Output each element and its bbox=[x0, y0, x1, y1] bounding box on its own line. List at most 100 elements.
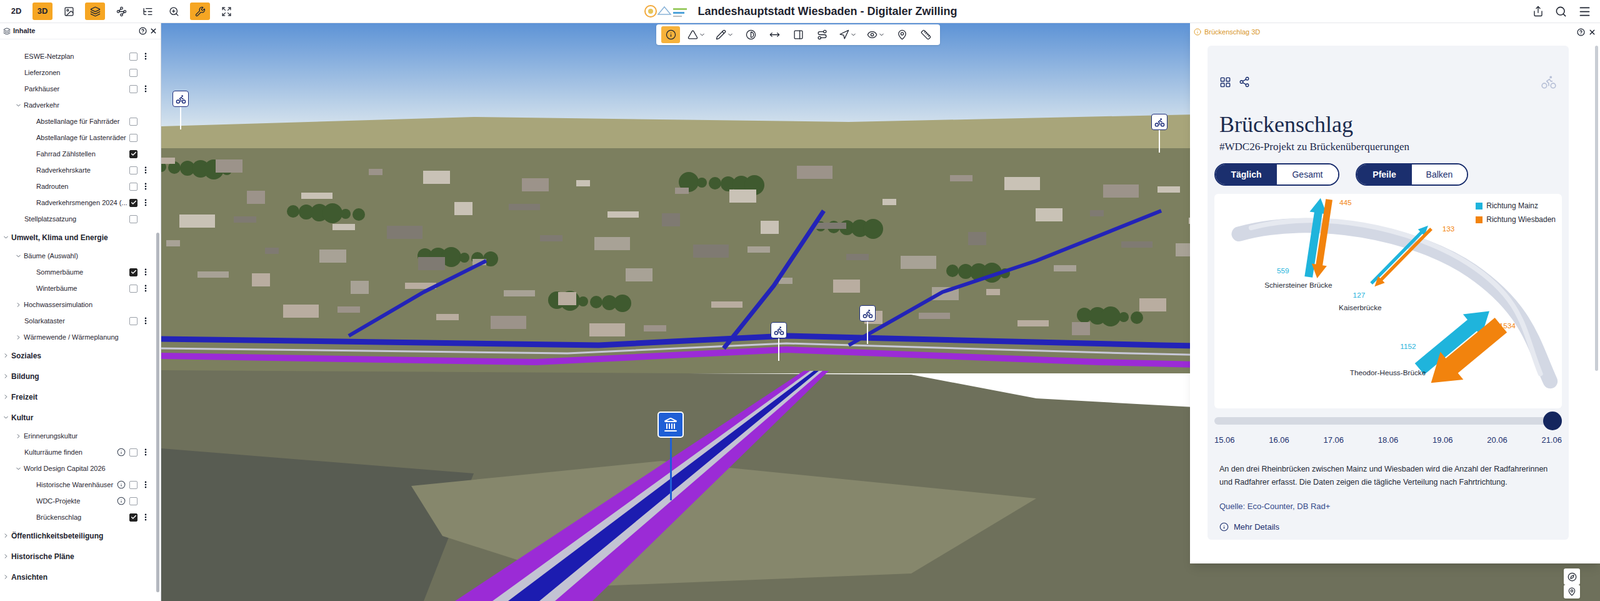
layer-group[interactable]: Hochwassersimulation bbox=[0, 296, 161, 313]
more-icon[interactable] bbox=[141, 447, 150, 457]
layer-checkbox[interactable] bbox=[129, 150, 138, 159]
slider-knob[interactable] bbox=[1543, 411, 1562, 430]
bike-counter-pin[interactable] bbox=[859, 305, 876, 344]
layer-group[interactable]: Bäume (Auswahl) bbox=[0, 247, 161, 264]
layer-group[interactable]: World Design Capital 2026 bbox=[0, 460, 161, 477]
layer-item[interactable]: Radverkehrskarte bbox=[0, 161, 161, 179]
locate-button[interactable] bbox=[1563, 584, 1580, 599]
layer-checkbox[interactable] bbox=[129, 513, 138, 522]
layer-item[interactable]: Historische Warenhäuser bbox=[0, 476, 161, 493]
layer-item[interactable]: Sommerbäume bbox=[0, 263, 161, 280]
more-icon[interactable] bbox=[141, 480, 150, 489]
layer-item[interactable]: Kulturräume finden bbox=[0, 443, 161, 460]
layer-checkbox[interactable] bbox=[129, 198, 138, 207]
close-icon[interactable] bbox=[1588, 28, 1597, 37]
bike-counter-pin[interactable] bbox=[172, 90, 189, 130]
layer-checkbox[interactable] bbox=[129, 117, 138, 126]
map-tool-button[interactable] bbox=[892, 26, 912, 44]
mode-button[interactable]: 3D bbox=[32, 2, 53, 20]
layer-group[interactable]: Soziales bbox=[0, 345, 161, 366]
tool-button[interactable] bbox=[85, 2, 105, 20]
map-tool-button[interactable] bbox=[836, 26, 860, 44]
map-tool-button[interactable] bbox=[741, 26, 760, 44]
layer-checkbox[interactable] bbox=[129, 68, 138, 77]
info-icon[interactable] bbox=[116, 447, 126, 457]
layer-checkbox[interactable] bbox=[129, 52, 138, 61]
layer-checkbox[interactable] bbox=[129, 316, 138, 325]
map-tool-button[interactable] bbox=[864, 26, 888, 44]
close-icon[interactable] bbox=[149, 26, 158, 35]
tool-button[interactable] bbox=[111, 2, 132, 20]
map-tool-button[interactable] bbox=[812, 26, 832, 44]
mode-button[interactable]: 2D bbox=[6, 2, 27, 20]
layer-group[interactable]: Bildung bbox=[0, 365, 161, 387]
layer-item[interactable]: Solarkataster bbox=[0, 312, 161, 329]
layer-checkbox[interactable] bbox=[129, 215, 138, 224]
layer-checkbox[interactable] bbox=[129, 268, 138, 277]
layer-checkbox[interactable] bbox=[129, 166, 138, 175]
info-icon[interactable] bbox=[116, 496, 126, 505]
compass-button[interactable] bbox=[1563, 568, 1580, 585]
layer-item[interactable]: Lieferzonen bbox=[0, 64, 161, 81]
tool-button[interactable] bbox=[163, 2, 184, 20]
layer-item[interactable]: WDC-Projekte bbox=[0, 492, 161, 509]
layer-group[interactable]: Wärmewende / Wärmeplanung bbox=[0, 328, 161, 345]
help-icon[interactable] bbox=[1576, 28, 1585, 37]
layer-group[interactable]: Freizeit bbox=[0, 386, 161, 407]
more-icon[interactable] bbox=[141, 316, 150, 325]
layer-checkbox[interactable] bbox=[129, 133, 138, 142]
map-tool-button[interactable] bbox=[685, 26, 709, 44]
layer-group[interactable]: Radverkehr bbox=[0, 96, 161, 114]
scrollbar[interactable] bbox=[1595, 45, 1599, 371]
layer-group[interactable]: Umwelt, Klima und Energie bbox=[0, 226, 161, 248]
search-icon[interactable] bbox=[1555, 5, 1567, 18]
scrollbar[interactable] bbox=[156, 232, 160, 592]
layer-group[interactable]: Erinnerungskultur bbox=[0, 427, 161, 444]
map-view[interactable]: Brückenschlag 3DBrückenschlag#WDC26-Proj… bbox=[161, 23, 1600, 601]
layer-item[interactable]: Stellplatzsatzung bbox=[0, 210, 161, 227]
layer-item[interactable]: Abstellanlage für Fahrräder bbox=[0, 113, 161, 130]
bike-counter-pin[interactable] bbox=[770, 321, 787, 361]
more-icon[interactable] bbox=[141, 267, 150, 277]
tool-button[interactable] bbox=[137, 2, 158, 20]
toggle-button[interactable]: Täglich bbox=[1215, 164, 1277, 185]
layer-checkbox[interactable] bbox=[129, 182, 138, 191]
bridge-pin[interactable] bbox=[657, 411, 684, 500]
menu-icon[interactable] bbox=[1578, 5, 1592, 19]
more-icon[interactable] bbox=[141, 283, 150, 293]
toggle-button[interactable]: Balken bbox=[1411, 164, 1467, 185]
more-icon[interactable] bbox=[141, 84, 150, 94]
bridge-flow[interactable]: 127133Kaiserbrücke bbox=[1338, 224, 1455, 312]
layer-checkbox[interactable] bbox=[129, 85, 138, 94]
layer-item[interactable]: Brückenschlag bbox=[0, 508, 161, 525]
layer-item[interactable]: Fahrrad Zählstellen bbox=[0, 145, 161, 162]
map-tool-button[interactable] bbox=[713, 26, 737, 44]
map-tool-button[interactable] bbox=[916, 26, 935, 44]
layer-group[interactable]: Historische Pläne bbox=[0, 545, 161, 567]
toggle-button[interactable]: Pfeile bbox=[1356, 164, 1412, 185]
layer-group[interactable]: Öffentlichkeitsbeteiligung bbox=[0, 525, 161, 546]
share-icon[interactable] bbox=[1238, 76, 1250, 88]
layer-item[interactable]: ESWE-Netzplan bbox=[0, 48, 161, 65]
layer-item[interactable]: Parkhäuser bbox=[0, 80, 161, 97]
more-icon[interactable] bbox=[141, 512, 150, 522]
timeline-slider[interactable] bbox=[1214, 411, 1562, 430]
layer-checkbox[interactable] bbox=[129, 448, 138, 457]
bridge-flow[interactable]: 559445Schiersteiner Brücke bbox=[1264, 198, 1352, 290]
tool-button[interactable] bbox=[216, 2, 237, 20]
map-tool-button[interactable] bbox=[788, 26, 808, 44]
more-icon[interactable] bbox=[141, 51, 150, 61]
tool-button[interactable] bbox=[58, 2, 79, 20]
more-icon[interactable] bbox=[141, 198, 150, 207]
layer-group[interactable]: Kultur bbox=[0, 406, 161, 428]
dashboard-icon[interactable] bbox=[1219, 76, 1232, 89]
layer-checkbox[interactable] bbox=[129, 480, 138, 489]
layer-item[interactable]: Winterbäume bbox=[0, 280, 161, 297]
bike-counter-pin[interactable] bbox=[1151, 113, 1168, 153]
map-tool-button[interactable] bbox=[661, 26, 680, 44]
toggle-button[interactable]: Gesamt bbox=[1276, 164, 1339, 185]
tool-button[interactable] bbox=[190, 2, 210, 20]
layer-item[interactable]: Radverkehrsmengen 2024 (... bbox=[0, 194, 161, 211]
more-details[interactable]: Mehr Details bbox=[1214, 520, 1562, 534]
layer-checkbox[interactable] bbox=[129, 284, 138, 293]
